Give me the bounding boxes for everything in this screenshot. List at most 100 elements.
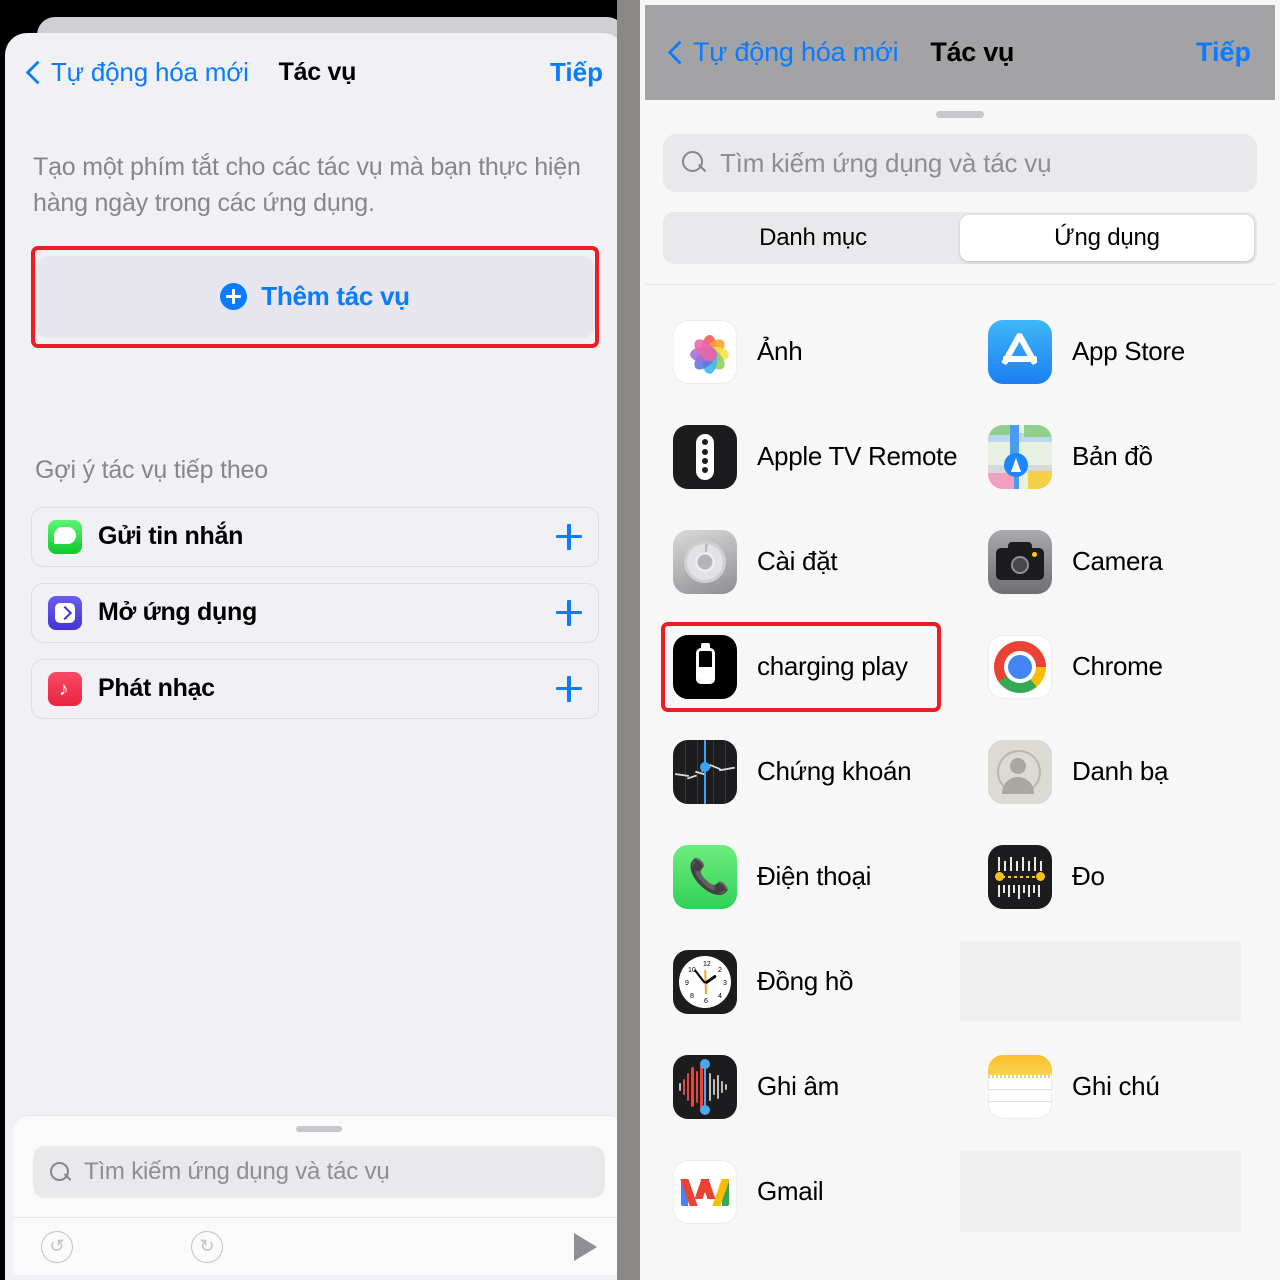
settings-icon: [673, 529, 737, 594]
shortcut-editor-sheet: Tự động hóa mới Tác vụ Tiếp Tạo một phím…: [5, 33, 617, 1280]
list-item[interactable]: Mở ứng dụng: [31, 582, 599, 643]
list-item[interactable]: Camera: [960, 509, 1275, 614]
search-placeholder: Tìm kiếm ứng dụng và tác vụ: [84, 1158, 390, 1185]
left-navigation-bar: Tự động hóa mới Tác vụ Tiếp: [5, 33, 617, 111]
plus-icon[interactable]: [556, 599, 582, 626]
stocks-icon: [673, 739, 737, 804]
list-item[interactable]: Chứng khoán: [645, 719, 960, 824]
search-input[interactable]: Tìm kiếm ứng dụng và tác vụ: [33, 1146, 605, 1198]
list-item[interactable]: 📞 Điện thoại: [645, 824, 960, 929]
segmented-control: Danh mục Ứng dụng: [663, 212, 1257, 264]
editor-description: Tạo một phím tắt cho các tác vụ mà bạn t…: [33, 153, 581, 218]
undo-icon[interactable]: ↺: [41, 1230, 73, 1263]
contacts-icon: [988, 739, 1052, 804]
tab-categories[interactable]: Danh mục: [666, 215, 960, 261]
page-title: Tác vụ: [278, 57, 357, 86]
plus-icon[interactable]: [556, 675, 582, 702]
back-button[interactable]: Tự động hóa mới: [27, 57, 249, 88]
app-label: Đo: [1072, 860, 1105, 891]
right-phone-screen: Tự động hóa mới Tác vụ Tiếp Tìm kiếm ứng…: [640, 0, 1280, 1280]
app-label: Gmail: [757, 1175, 824, 1206]
app-label: App Store: [1072, 335, 1185, 366]
add-action-button[interactable]: Thêm tác vụ: [35, 255, 595, 338]
phone-icon: 📞: [673, 844, 737, 909]
list-item[interactable]: Đo: [960, 824, 1275, 929]
list-item[interactable]: ♪ Phát nhạc: [31, 658, 599, 719]
add-action-container: Thêm tác vụ: [31, 245, 599, 348]
back-button[interactable]: Tự động hóa mới: [669, 37, 899, 68]
list-item[interactable]: Gửi tin nhắn: [31, 506, 599, 567]
camera-icon: [988, 529, 1052, 594]
music-icon: ♪: [48, 671, 82, 706]
right-navigation-bar: Tự động hóa mới Tác vụ Tiếp: [645, 5, 1275, 100]
empty-placeholder: [960, 941, 1241, 1022]
add-action-label: Thêm tác vụ: [261, 281, 410, 311]
app-label: charging play: [757, 650, 908, 681]
chrome-icon: [988, 634, 1052, 699]
search-placeholder: Tìm kiếm ứng dụng và tác vụ: [720, 147, 1052, 178]
app-label: Bản đồ: [1072, 440, 1153, 471]
open-app-icon: [48, 595, 82, 630]
app-label: Đồng hồ: [757, 965, 854, 996]
app-list-grid: Ảnh App Store Apple TV Remote Bản đồ Cài…: [645, 285, 1275, 1244]
app-label: Apple TV Remote: [757, 440, 958, 471]
app-label: Danh bạ: [1072, 755, 1169, 786]
app-label: Cài đặt: [757, 545, 838, 576]
next-button[interactable]: Tiếp: [1196, 37, 1251, 68]
list-item[interactable]: 12 2 3 4 6 8 9 10 Đồng hồ: [645, 929, 960, 1034]
list-item-charging-play[interactable]: charging play: [645, 614, 960, 719]
list-item[interactable]: Chrome: [960, 614, 1275, 719]
photos-icon: [673, 319, 737, 384]
sheet-grabber[interactable]: [296, 1126, 342, 1132]
left-phone-screen: Tự động hóa mới Tác vụ Tiếp Tạo một phím…: [0, 0, 617, 1280]
editor-toolbar: ↺ ↻: [13, 1217, 617, 1275]
redo-icon[interactable]: ↻: [191, 1230, 223, 1263]
app-label: Chrome: [1072, 650, 1163, 681]
app-label: Ảnh: [757, 335, 803, 366]
list-item[interactable]: Gmail: [645, 1139, 960, 1244]
chevron-left-icon: [669, 40, 684, 65]
measure-icon: [988, 844, 1052, 909]
list-item[interactable]: Ghi chú: [960, 1034, 1275, 1139]
search-input[interactable]: Tìm kiếm ứng dụng và tác vụ: [663, 134, 1257, 192]
plus-icon[interactable]: [556, 523, 582, 550]
search-icon: [49, 1161, 72, 1184]
app-store-icon: [988, 319, 1052, 384]
suggestion-label: Mở ứng dụng: [98, 598, 257, 626]
search-icon: [681, 150, 707, 176]
app-picker-sheet: Tìm kiếm ứng dụng và tác vụ Danh mục Ứng…: [645, 111, 1275, 1275]
list-item[interactable]: Ảnh: [645, 299, 960, 404]
left-bottom-sheet: Tìm kiếm ứng dụng và tác vụ ↺ ↻: [13, 1115, 617, 1275]
suggestions-list: Gửi tin nhắn Mở ứng dụng ♪ Phát nhạc: [31, 506, 599, 719]
list-item[interactable]: Cài đặt: [645, 509, 960, 614]
plus-circle-icon: [220, 283, 248, 310]
sheet-grabber[interactable]: [936, 111, 984, 118]
list-item[interactable]: Danh bạ: [960, 719, 1275, 824]
battery-icon: [673, 634, 737, 699]
app-label: Ghi chú: [1072, 1070, 1160, 1101]
left-screen-content: Tự động hóa mới Tác vụ Tiếp Tạo một phím…: [5, 5, 617, 1280]
page-title: Tác vụ: [930, 37, 1015, 67]
chevron-left-icon: [27, 60, 42, 85]
suggestions-heading: Gợi ý tác vụ tiếp theo: [35, 455, 268, 484]
back-button-label: Tự động hóa mới: [693, 37, 899, 67]
list-item[interactable]: Ghi âm: [645, 1034, 960, 1139]
app-label: Ghi âm: [757, 1070, 840, 1101]
clock-icon: 12 2 3 4 6 8 9 10: [673, 949, 737, 1014]
gmail-icon: [673, 1159, 737, 1224]
app-label: Chứng khoán: [757, 755, 912, 786]
next-button[interactable]: Tiếp: [550, 57, 603, 88]
apple-tv-remote-icon: [673, 424, 737, 489]
tab-apps[interactable]: Ứng dụng: [960, 215, 1254, 261]
messages-icon: [48, 519, 82, 554]
voice-memos-icon: [673, 1054, 737, 1119]
app-label: Camera: [1072, 545, 1163, 576]
empty-placeholder: [960, 1151, 1241, 1232]
list-item[interactable]: Apple TV Remote: [645, 404, 960, 509]
list-item[interactable]: App Store: [960, 299, 1275, 404]
app-label: Điện thoại: [757, 860, 872, 891]
notes-icon: [988, 1054, 1052, 1119]
list-item[interactable]: Bản đồ: [960, 404, 1275, 509]
suggestion-label: Gửi tin nhắn: [98, 522, 244, 550]
play-icon[interactable]: [574, 1232, 597, 1261]
